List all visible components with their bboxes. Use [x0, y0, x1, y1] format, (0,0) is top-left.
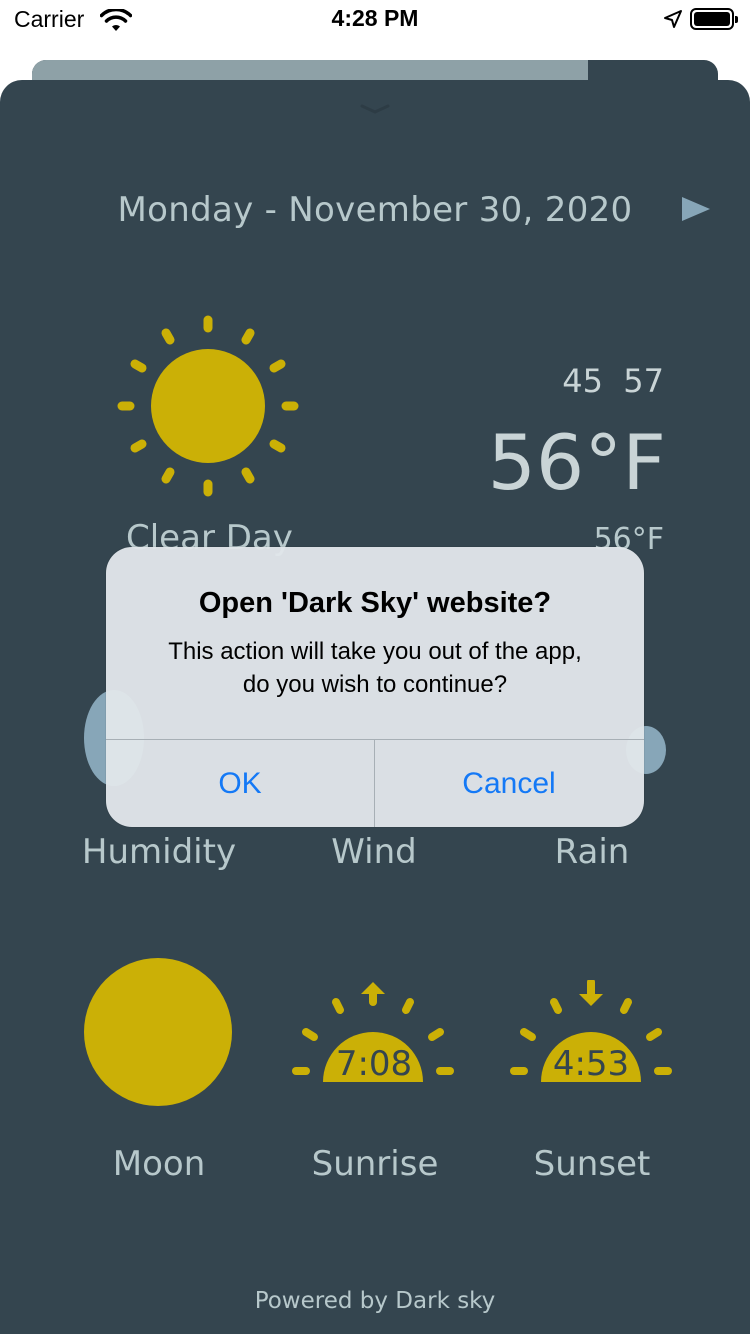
high-temperature: 57 [623, 362, 664, 400]
sunrise-label: Sunrise [311, 1144, 439, 1184]
humidity-label: Humidity [81, 832, 237, 872]
alert-message-line-2: do you wish to continue? [242, 671, 508, 698]
sunset-label: Sunset [533, 1144, 651, 1184]
current-temperature: 56°F [487, 418, 666, 507]
play-arrow-icon[interactable] [682, 197, 710, 221]
ok-button[interactable]: OK [106, 740, 374, 827]
alert-dialog: Open 'Dark Sky' website? This action wil… [106, 547, 644, 827]
alert-message-line-1: This action will take you out of the app… [168, 638, 582, 665]
alert-title: Open 'Dark Sky' website? [198, 587, 552, 619]
alert-message: This action will take you out of the app… [126, 635, 624, 701]
status-bar: Carrier 4:28 PM [0, 0, 750, 40]
location-arrow-icon [664, 10, 682, 28]
rain-label: Rain [554, 832, 630, 872]
low-high-temperature: 45 57 [562, 362, 664, 400]
low-temperature: 45 [562, 362, 603, 400]
battery-icon [690, 8, 738, 30]
chevron-down-icon[interactable] [360, 104, 390, 114]
date-title: Monday - November 30, 2020 [117, 190, 633, 230]
sun-icon [117, 315, 299, 497]
wind-label: Wind [331, 832, 417, 872]
sunset-time: 4:53 [552, 1044, 630, 1084]
moon-label: Moon [112, 1144, 206, 1184]
sunrise-time: 7:08 [335, 1044, 413, 1084]
cancel-button[interactable]: Cancel [375, 740, 643, 827]
powered-by-link[interactable]: Powered by Dark sky [0, 1288, 750, 1314]
moon-icon [84, 958, 232, 1106]
status-time: 4:28 PM [331, 5, 419, 31]
